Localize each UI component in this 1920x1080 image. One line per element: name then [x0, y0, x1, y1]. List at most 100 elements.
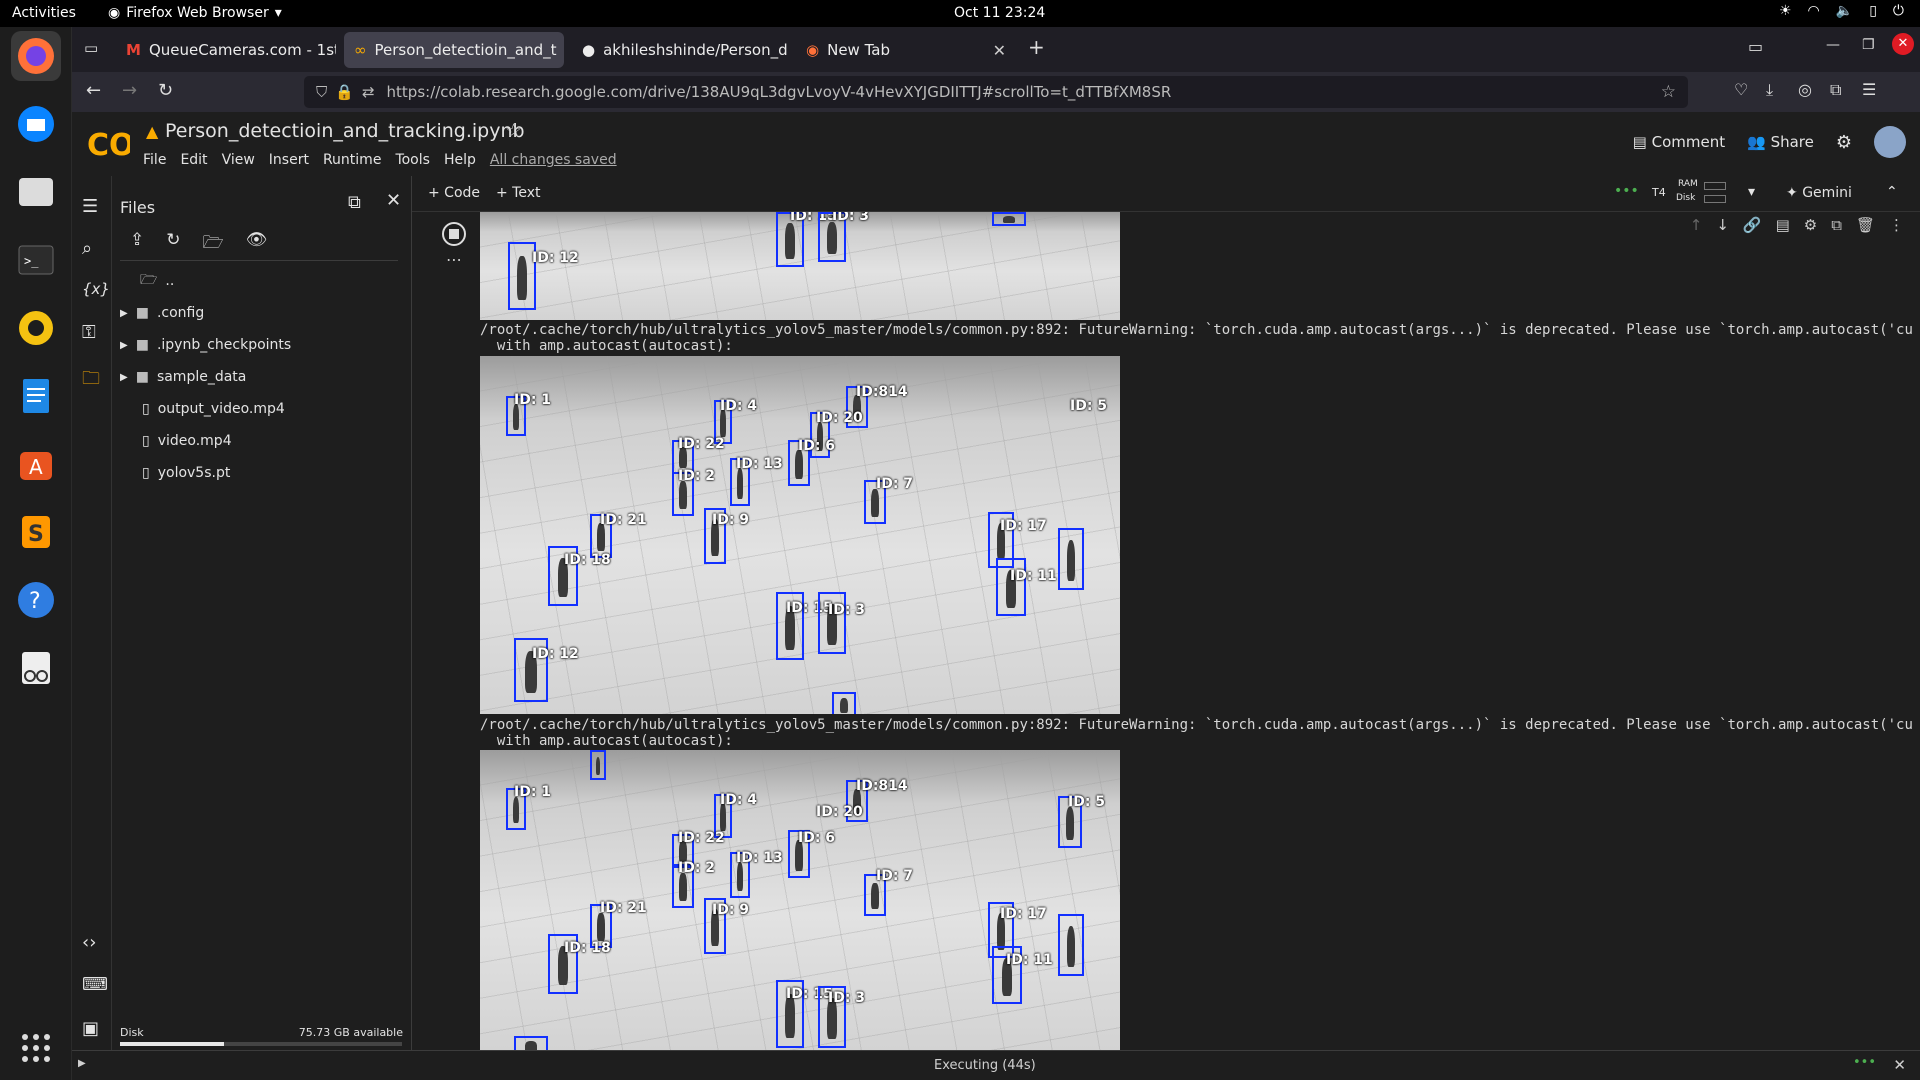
- tab-queuecameras[interactable]: MQueueCameras.com - 1st✕: [116, 32, 336, 68]
- colab-logo[interactable]: CO: [86, 122, 130, 166]
- collapse-chevron-icon[interactable]: ⌃: [1886, 184, 1898, 200]
- firefox-icon[interactable]: [11, 31, 61, 81]
- table-of-contents-icon[interactable]: ☰: [82, 196, 98, 217]
- menu-edit[interactable]: Edit: [180, 152, 207, 168]
- tab-colab-notebook[interactable]: ∞Person_detectioin_and_t✕: [344, 32, 564, 68]
- share-button[interactable]: 👥 Share: [1747, 133, 1814, 151]
- cell-more-icon[interactable]: ⋯: [446, 250, 462, 269]
- execution-status[interactable]: Executing (44s): [934, 1058, 1036, 1073]
- cell-settings-icon[interactable]: ⚙: [1804, 216, 1817, 234]
- new-tab-button[interactable]: +: [1028, 35, 1045, 59]
- delete-icon[interactable]: 🗑: [1856, 216, 1875, 234]
- save-status[interactable]: All changes saved: [490, 152, 617, 168]
- command-palette-icon[interactable]: ⌨: [82, 974, 108, 995]
- menu-runtime[interactable]: Runtime: [323, 152, 381, 168]
- mount-drive-icon[interactable]: 🗁: [203, 230, 224, 259]
- terminal-small-icon[interactable]: ▣: [82, 1018, 99, 1039]
- clock[interactable]: Oct 11 23:24: [954, 5, 1045, 21]
- tab-overview-icon[interactable]: ▭: [84, 39, 98, 57]
- extensions-icon[interactable]: ⧉: [1830, 80, 1841, 100]
- thunderbird-icon[interactable]: [11, 99, 61, 149]
- share-icon: 👥: [1747, 133, 1766, 151]
- move-up-icon[interactable]: ↑: [1690, 216, 1703, 234]
- sublime-icon[interactable]: S: [11, 507, 61, 557]
- status-dots-icon[interactable]: •••: [1853, 1055, 1876, 1070]
- file-item-sample-data[interactable]: ▶ ■ sample_data: [120, 364, 246, 390]
- menu-view[interactable]: View: [222, 152, 255, 168]
- notebook-title[interactable]: Person_detectioin_and_tracking.ipynb: [165, 120, 525, 142]
- file-item-config[interactable]: ▶ ■ .config: [120, 300, 204, 326]
- list-all-tabs-icon[interactable]: ▭: [1748, 37, 1763, 56]
- bookmark-star-icon[interactable]: ☆: [1661, 82, 1676, 102]
- menu-tools[interactable]: Tools: [395, 152, 430, 168]
- cell-menu-icon[interactable]: ⋮: [1889, 216, 1904, 234]
- more-dots-icon[interactable]: •••: [1614, 183, 1639, 199]
- comment-cell-icon[interactable]: ▤: [1776, 216, 1790, 234]
- settings-gear-icon[interactable]: ⚙: [1836, 132, 1852, 153]
- account-icon[interactable]: ◎: [1798, 80, 1812, 99]
- window-close-button[interactable]: ✕: [1892, 33, 1914, 55]
- file-item-ipynb-checkpoints[interactable]: ▶ ■ .ipynb_checkpoints: [120, 332, 291, 358]
- upload-icon[interactable]: ⇪: [130, 230, 144, 259]
- detection-box: [514, 1036, 548, 1050]
- reader-icon[interactable]: [11, 643, 61, 693]
- add-code-button[interactable]: + Code: [428, 185, 480, 201]
- move-down-icon[interactable]: ↓: [1716, 216, 1729, 234]
- files-folder-icon[interactable]: 🗀: [82, 366, 100, 396]
- writer-icon[interactable]: [11, 371, 61, 421]
- menu-icon[interactable]: ☰: [1862, 80, 1876, 99]
- reload-icon[interactable]: ↻: [158, 80, 173, 101]
- file-item-output-video[interactable]: ▯ output_video.mp4: [142, 396, 285, 422]
- star-icon[interactable]: ☆: [505, 120, 522, 142]
- search-icon[interactable]: ⌕: [82, 238, 92, 259]
- variables-icon[interactable]: {x}: [82, 280, 110, 298]
- detection-label: ID: 22: [678, 436, 725, 452]
- file-item-yolov5s[interactable]: ▯ yolov5s.pt: [142, 460, 230, 486]
- system-tray[interactable]: ☀ ◠ 🔈 ▯ ⏻: [1779, 3, 1904, 19]
- add-text-button[interactable]: + Text: [496, 185, 541, 201]
- menu-file[interactable]: File: [143, 152, 166, 168]
- menu-insert[interactable]: Insert: [269, 152, 309, 168]
- runtime-type: T4: [1652, 186, 1666, 199]
- video-frame-output: ID: 12 ID: 15 ID: 3: [480, 212, 1120, 320]
- forward-icon[interactable]: →: [122, 80, 137, 101]
- refresh-icon[interactable]: ↻: [166, 230, 180, 259]
- back-icon[interactable]: ←: [86, 80, 101, 101]
- help-icon[interactable]: ?: [11, 575, 61, 625]
- mirror-cell-icon[interactable]: ⧉: [1831, 216, 1842, 234]
- gemini-button[interactable]: ✦ Gemini: [1786, 185, 1852, 201]
- close-icon[interactable]: ✕: [993, 41, 1006, 60]
- app-menu[interactable]: ◉ Firefox Web Browser ▾: [108, 5, 282, 21]
- url-bar[interactable]: ⛉ 🔒 ⇄ https://colab.research.google.com/…: [304, 76, 1688, 108]
- hidden-files-eye-icon[interactable]: 👁: [246, 230, 268, 259]
- stop-execution-button[interactable]: [442, 222, 466, 246]
- minimize-button[interactable]: —: [1826, 37, 1840, 53]
- tab-new-tab[interactable]: ◉ New Tab ✕: [796, 32, 1016, 68]
- downloads-icon[interactable]: ⤓: [1766, 80, 1773, 100]
- link-icon[interactable]: 🔗: [1743, 216, 1762, 234]
- runtime-dropdown-icon[interactable]: ▾: [1748, 184, 1755, 200]
- close-panel-icon[interactable]: ✕: [386, 190, 401, 211]
- expand-caret-icon[interactable]: ▶: [78, 1058, 86, 1069]
- close-status-icon[interactable]: ✕: [1893, 1056, 1906, 1074]
- battery-icon: ▯: [1869, 3, 1877, 19]
- restore-button[interactable]: ❐: [1862, 37, 1875, 53]
- terminal-icon[interactable]: >_: [11, 235, 61, 285]
- rhythmbox-icon[interactable]: [11, 303, 61, 353]
- svg-text:A: A: [29, 455, 43, 479]
- app-grid-icon[interactable]: [11, 1023, 61, 1073]
- tab-github[interactable]: ● akhileshshinde/Person_d: [572, 32, 792, 68]
- code-snippets-icon[interactable]: ‹›: [82, 932, 96, 953]
- app-center-icon[interactable]: A: [11, 439, 61, 489]
- menu-help[interactable]: Help: [444, 152, 476, 168]
- file-item-parent[interactable]: 🗁..: [140, 268, 174, 294]
- activities-button[interactable]: Activities: [12, 5, 76, 21]
- files-icon[interactable]: [11, 167, 61, 217]
- cell-toolbar: ↑ ↓ 🔗 ▤ ⚙ ⧉ 🗑 ⋮: [1690, 216, 1904, 234]
- secrets-key-icon[interactable]: ⚿: [82, 322, 96, 343]
- file-item-video[interactable]: ▯ video.mp4: [142, 428, 232, 454]
- open-in-tab-icon[interactable]: ⧉: [348, 192, 361, 213]
- avatar[interactable]: [1874, 126, 1906, 158]
- comment-button[interactable]: ▤ Comment: [1633, 133, 1725, 151]
- pocket-icon[interactable]: ♡: [1734, 80, 1748, 99]
